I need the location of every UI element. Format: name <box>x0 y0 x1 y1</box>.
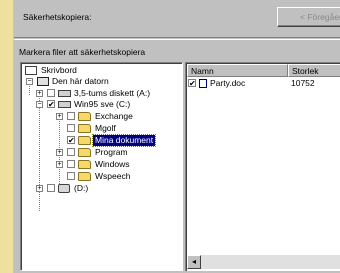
screen: Säkerhetskopiera: < Föregående Markera f… <box>0 0 340 273</box>
expand-icon[interactable]: + <box>36 90 43 97</box>
select-checkbox[interactable]: ✔ <box>188 79 196 88</box>
tree-item-mgolf[interactable]: Mgolf <box>23 123 173 134</box>
expand-icon[interactable]: + <box>56 161 63 168</box>
file-name: Party.doc <box>210 78 246 88</box>
tree-item-program[interactable]: + Program <box>23 147 173 158</box>
select-checkbox[interactable]: ✔ <box>67 136 75 145</box>
tree-item-c-drive[interactable]: − ✔ Win95 sve (C:) <box>23 99 173 110</box>
expand-icon[interactable]: + <box>56 149 63 156</box>
expand-icon[interactable]: + <box>36 185 43 192</box>
hard-drive-icon <box>58 101 71 108</box>
column-header-name[interactable]: Namn <box>187 64 288 77</box>
select-checkbox[interactable] <box>67 124 75 132</box>
folder-icon <box>78 112 91 121</box>
select-checkbox[interactable] <box>67 112 75 120</box>
floppy-drive-icon <box>58 90 71 97</box>
tree-item-label: Mina dokument <box>91 134 157 147</box>
tree-item-skrivbord[interactable]: Skrivbord <box>23 65 173 76</box>
scroll-left-icon[interactable]: ◂ <box>187 255 201 269</box>
divider <box>14 39 340 40</box>
tree-item-label: Mgolf <box>95 123 116 133</box>
tree-item-label: Windows <box>95 159 130 169</box>
tree-item-label: Den här datorn <box>52 76 109 86</box>
tree-item-label: Exchange <box>95 111 133 121</box>
select-checkbox[interactable]: ✔ <box>47 100 55 109</box>
select-checkbox[interactable] <box>47 89 55 97</box>
select-checkbox[interactable] <box>67 148 75 156</box>
computer-icon <box>37 77 49 86</box>
file-size: 10752 <box>291 78 315 88</box>
tree-item-diskett[interactable]: + 3,5-tums diskett (A:) <box>23 88 173 99</box>
collapse-icon[interactable]: − <box>36 101 43 108</box>
tree-item-label: Wspeech <box>95 171 131 181</box>
folder-tree[interactable]: Skrivbord − Den här datorn + 3,5-tums di… <box>20 62 183 271</box>
select-checkbox[interactable] <box>47 184 55 192</box>
tree-item-mina-dokument[interactable]: ✔ Mina dokument <box>23 134 173 147</box>
instruction-text: Markera filer att säkerhetskopiera <box>19 47 146 57</box>
expand-icon[interactable]: + <box>56 113 63 120</box>
desktop-icon <box>25 66 37 75</box>
tree-item-exchange[interactable]: + Exchange <box>23 111 173 122</box>
tree-item-label: Program <box>95 147 128 157</box>
tree-item-label: 3,5-tums diskett (A:) <box>74 88 151 98</box>
app-title: Säkerhetskopiera: <box>23 12 92 22</box>
header-bar: Säkerhetskopiera: < Föregående <box>14 0 340 38</box>
open-folder-icon <box>78 136 91 145</box>
select-checkbox[interactable] <box>67 172 75 180</box>
tree-item-wspeech[interactable]: Wspeech <box>23 171 173 182</box>
tree-item-label: Win95 sve (C:) <box>74 99 131 109</box>
collapse-icon[interactable]: − <box>26 78 33 85</box>
tree-item-label: (D:) <box>74 183 89 193</box>
folder-icon <box>78 172 91 181</box>
file-list[interactable]: Namn Storlek ✔ Party.doc 10752 ◂ <box>185 62 340 271</box>
tree-item-d-drive[interactable]: + (D:) <box>23 183 173 194</box>
horizontal-scrollbar[interactable]: ◂ <box>187 255 340 269</box>
select-checkbox[interactable] <box>67 160 75 168</box>
tree-item-label: Skrivbord <box>41 65 77 75</box>
desktop-edge <box>0 0 14 273</box>
tree-item-den-har-datorn[interactable]: − Den här datorn <box>23 76 173 87</box>
backup-window: Säkerhetskopiera: < Föregående Markera f… <box>14 0 340 273</box>
folder-icon <box>78 160 91 169</box>
folder-icon <box>78 148 91 157</box>
folder-icon <box>78 124 91 133</box>
column-header-size[interactable]: Storlek <box>288 64 340 77</box>
cd-drive-icon <box>58 184 70 193</box>
document-icon <box>199 79 207 88</box>
previous-button[interactable]: < Föregående <box>277 7 340 27</box>
file-row[interactable]: ✔ Party.doc 10752 <box>188 78 338 89</box>
tree-item-windows[interactable]: + Windows <box>23 159 173 170</box>
